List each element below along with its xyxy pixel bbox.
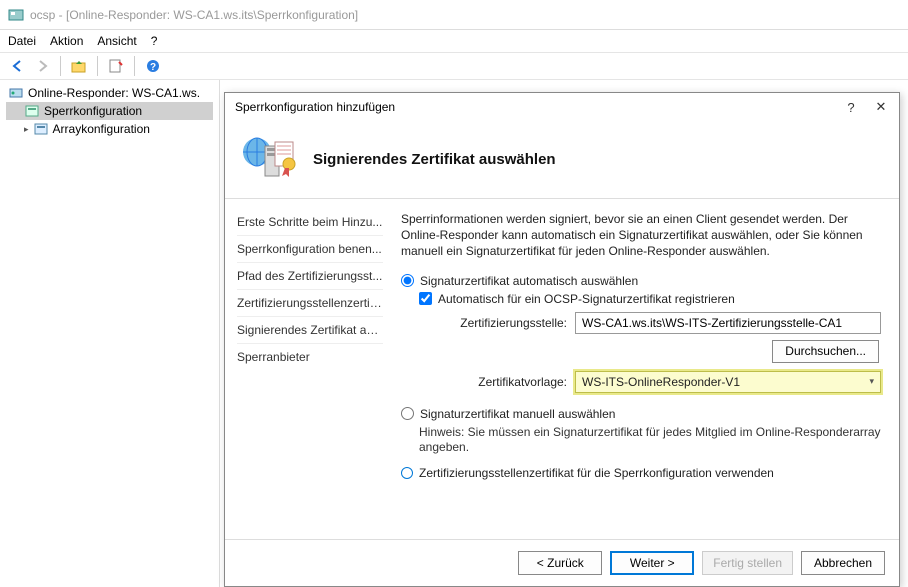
folder-up-icon[interactable] bbox=[69, 56, 89, 76]
tree-root[interactable]: Online-Responder: WS-CA1.ws. bbox=[6, 84, 213, 102]
menu-aktion[interactable]: Aktion bbox=[50, 34, 83, 48]
dialog-titlebar: Sperrkonfiguration hinzufügen ? ✕ bbox=[225, 93, 899, 121]
finish-button: Fertig stellen bbox=[702, 551, 793, 575]
properties-icon[interactable] bbox=[106, 56, 126, 76]
radio-auto-select-input[interactable] bbox=[401, 274, 414, 287]
cancel-button-label: Abbrechen bbox=[814, 556, 872, 570]
tree-panel: Online-Responder: WS-CA1.ws. Sperrkonfig… bbox=[0, 80, 220, 587]
next-button[interactable]: Weiter > bbox=[610, 551, 694, 575]
template-label: Zertifikatvorlage: bbox=[437, 375, 567, 389]
window-title: ocsp - [Online-Responder: WS-CA1.ws.its\… bbox=[30, 8, 358, 22]
tree-arraykonfig-label: Arraykonfiguration bbox=[53, 122, 150, 136]
ca-field-row: Zertifizierungsstelle: bbox=[437, 312, 881, 334]
forward-icon bbox=[32, 56, 52, 76]
tree-root-label: Online-Responder: WS-CA1.ws. bbox=[28, 86, 200, 100]
dialog-footer: < Zurück Weiter > Fertig stellen Abbrech… bbox=[225, 539, 899, 585]
radio-manual-select[interactable]: Signaturzertifikat manuell auswählen bbox=[401, 407, 881, 421]
radio-ca-cert[interactable]: Zertifizierungsstellenzertifikat für die… bbox=[401, 466, 881, 480]
window-titlebar: ocsp - [Online-Responder: WS-CA1.ws.its\… bbox=[0, 0, 908, 30]
dialog-title: Sperrkonfiguration hinzufügen bbox=[235, 100, 843, 114]
wizard-content: Sperrinformationen werden signiert, bevo… bbox=[395, 199, 899, 539]
dialog-close-button[interactable]: ✕ bbox=[873, 99, 889, 115]
browse-button[interactable]: Durchsuchen... bbox=[772, 340, 879, 363]
config-icon bbox=[24, 103, 40, 119]
expand-icon[interactable]: ▸ bbox=[24, 124, 29, 135]
wizard-step-3[interactable]: Pfad des Zertifizierungsst... bbox=[237, 262, 383, 289]
wizard-step-4[interactable]: Zertifizierungsstellenzertif... bbox=[237, 289, 383, 316]
wizard-step-6[interactable]: Sperranbieter bbox=[237, 343, 383, 370]
toolbar: ? bbox=[0, 52, 908, 80]
browse-button-label: Durchsuchen... bbox=[785, 344, 866, 358]
help-icon[interactable]: ? bbox=[143, 56, 163, 76]
template-combobox-value: WS-ITS-OnlineResponder-V1 bbox=[582, 375, 740, 389]
tree-arraykonfig[interactable]: ▸ Arraykonfiguration bbox=[6, 120, 213, 138]
radio-auto-select[interactable]: Signaturzertifikat automatisch auswählen bbox=[401, 274, 881, 288]
template-field-row: Zertifikatvorlage: WS-ITS-OnlineResponde… bbox=[437, 371, 881, 393]
wizard-step-1[interactable]: Erste Schritte beim Hinzu... bbox=[237, 209, 383, 235]
radio-manual-select-label: Signaturzertifikat manuell auswählen bbox=[420, 407, 615, 421]
wizard-step-5[interactable]: Signierendes Zertifikat au... bbox=[237, 316, 383, 343]
toolbar-separator bbox=[97, 56, 98, 76]
checkbox-auto-enroll-input[interactable] bbox=[419, 292, 432, 305]
dialog-header: Signierendes Zertifikat auswählen bbox=[225, 121, 899, 199]
manual-hint: Hinweis: Sie müssen ein Signaturzertifik… bbox=[419, 425, 881, 456]
radio-manual-select-input[interactable] bbox=[401, 407, 414, 420]
dialog-help-button[interactable]: ? bbox=[843, 99, 859, 115]
checkbox-auto-enroll[interactable]: Automatisch für ein OCSP-Signaturzertifi… bbox=[419, 292, 881, 306]
dialog-body: Erste Schritte beim Hinzu... Sperrkonfig… bbox=[225, 199, 899, 539]
wizard-intro-text: Sperrinformationen werden signiert, bevo… bbox=[401, 211, 881, 260]
next-button-label: Weiter > bbox=[630, 556, 675, 570]
ca-label: Zertifizierungsstelle: bbox=[437, 316, 567, 330]
certificate-wizard-icon bbox=[241, 132, 297, 188]
back-icon[interactable] bbox=[8, 56, 28, 76]
template-combobox[interactable]: WS-ITS-OnlineResponder-V1 ▾ bbox=[575, 371, 881, 393]
menu-ansicht[interactable]: Ansicht bbox=[97, 34, 136, 48]
dialog-header-title: Signierendes Zertifikat auswählen bbox=[313, 151, 556, 168]
chevron-down-icon: ▾ bbox=[869, 376, 874, 387]
ca-input[interactable] bbox=[575, 312, 881, 334]
tree-sperrkonfig-label: Sperrkonfiguration bbox=[44, 104, 142, 118]
wizard-step-2[interactable]: Sperrkonfiguration benen... bbox=[237, 235, 383, 262]
svg-text:?: ? bbox=[150, 62, 156, 73]
menubar: Datei Aktion Ansicht ? bbox=[0, 30, 908, 52]
responder-icon bbox=[8, 85, 24, 101]
toolbar-separator bbox=[60, 56, 61, 76]
finish-button-label: Fertig stellen bbox=[713, 556, 782, 570]
wizard-nav: Erste Schritte beim Hinzu... Sperrkonfig… bbox=[225, 199, 395, 539]
wizard-dialog: Sperrkonfiguration hinzufügen ? ✕ Signie… bbox=[224, 92, 900, 587]
tree-sperrkonfig[interactable]: Sperrkonfiguration bbox=[6, 102, 213, 120]
array-icon bbox=[33, 121, 49, 137]
app-icon bbox=[8, 7, 24, 23]
back-button[interactable]: < Zurück bbox=[518, 551, 602, 575]
radio-auto-select-label: Signaturzertifikat automatisch auswählen bbox=[420, 274, 638, 288]
back-button-label: < Zurück bbox=[537, 556, 584, 570]
menu-help[interactable]: ? bbox=[151, 34, 158, 48]
toolbar-separator bbox=[134, 56, 135, 76]
menu-datei[interactable]: Datei bbox=[8, 34, 36, 48]
checkbox-auto-enroll-label: Automatisch für ein OCSP-Signaturzertifi… bbox=[438, 292, 735, 306]
cancel-button[interactable]: Abbrechen bbox=[801, 551, 885, 575]
radio-ca-cert-input[interactable] bbox=[401, 467, 413, 479]
radio-ca-cert-label: Zertifizierungsstellenzertifikat für die… bbox=[419, 466, 774, 480]
